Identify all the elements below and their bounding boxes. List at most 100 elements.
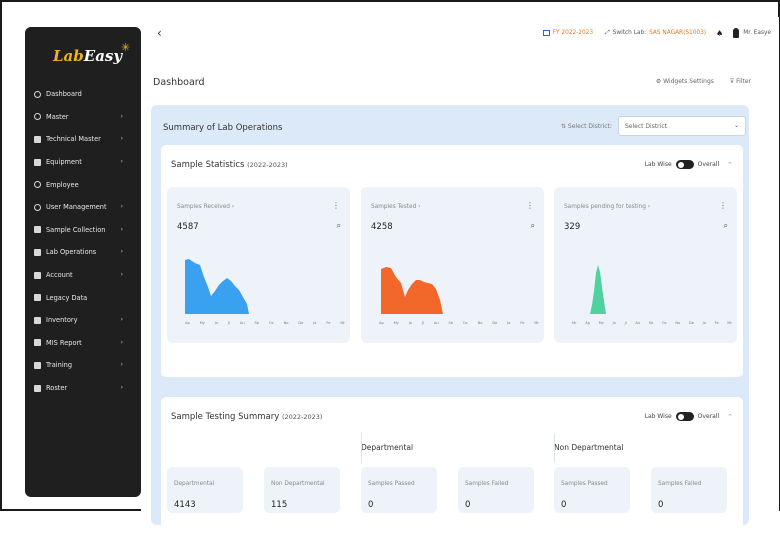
sidebar-item-sample-collection[interactable]: Sample Collection › bbox=[25, 219, 141, 242]
month-tick-label: Fe bbox=[520, 321, 525, 325]
sample-testing-title-text: Sample Testing Summary bbox=[171, 412, 280, 422]
page-actions: ⚙ Widgets Settings ⊽ Filter bbox=[642, 78, 751, 85]
widgets-settings-button[interactable]: ⚙ Widgets Settings bbox=[656, 78, 714, 85]
chevron-right-icon: › bbox=[120, 112, 123, 120]
samples-tested-title[interactable]: Samples Tested › bbox=[371, 204, 420, 210]
sidebar-item-training[interactable]: Training › bbox=[25, 354, 141, 377]
month-tick-label: Fe bbox=[326, 321, 331, 325]
toggle-label-lab-wise: Lab Wise bbox=[644, 413, 672, 420]
app-logo[interactable]: LabEasy bbox=[53, 47, 122, 65]
month-tick-label: Ja bbox=[507, 321, 511, 325]
samples-received-area bbox=[185, 259, 249, 314]
sidebar-item-master[interactable]: Master › bbox=[25, 106, 141, 129]
sidebar-item-label: Master bbox=[46, 112, 69, 121]
month-tick-label: Au bbox=[635, 321, 641, 325]
home-icon bbox=[34, 90, 41, 98]
departmental-passed-stat[interactable]: Samples Passed 0 bbox=[361, 467, 437, 513]
lab-wise-overall-switch[interactable] bbox=[675, 412, 694, 421]
notification-icon[interactable]: ♠ bbox=[716, 29, 723, 38]
sidebar-item-roster[interactable]: Roster › bbox=[25, 377, 141, 400]
chart-month-axis: Mr Ap My Jn Jl Au Se Oc No De Ja Fe Mr bbox=[572, 321, 732, 325]
search-icon[interactable]: ⌕ bbox=[337, 221, 341, 231]
back-chevron-icon[interactable]: ‹ bbox=[157, 26, 162, 40]
topbar-right: FY 2022-2023 ⤢ Switch Lab: SAS NAGAR(S10… bbox=[542, 28, 771, 38]
doc-icon bbox=[34, 339, 41, 347]
divider bbox=[554, 433, 555, 463]
stat-value: 0 bbox=[368, 500, 374, 510]
samples-received-title[interactable]: Samples Received › bbox=[177, 204, 234, 210]
stat-label: Departmental bbox=[174, 481, 215, 487]
stat-label: Samples Failed bbox=[465, 481, 509, 487]
main-content: ‹ FY 2022-2023 ⤢ Switch Lab: SAS NAGAR(S… bbox=[141, 17, 779, 537]
sidebar-item-employee[interactable]: Employee bbox=[25, 173, 141, 196]
doc-icon bbox=[34, 294, 41, 302]
month-tick-label: Ap bbox=[379, 321, 384, 325]
samples-tested-area-chart bbox=[381, 267, 443, 314]
stat-label: Non Departmental bbox=[271, 481, 325, 487]
more-options-icon[interactable]: ⋮ bbox=[332, 201, 340, 210]
lab-wise-overall-switch[interactable] bbox=[675, 160, 694, 169]
month-tick-label: Jl bbox=[421, 321, 425, 325]
user-name[interactable]: Mr. Easye bbox=[743, 30, 771, 36]
toggle-label-overall: Overall bbox=[697, 413, 720, 420]
non-departmental-failed-stat[interactable]: Samples Failed 0 bbox=[651, 467, 727, 513]
month-tick-label: Au bbox=[239, 321, 245, 325]
non-departmental-passed-stat[interactable]: Samples Passed 0 bbox=[554, 467, 630, 513]
chevron-right-icon: › bbox=[120, 383, 123, 391]
testing-scope-toggle: Lab Wise Overall ⌃ bbox=[645, 412, 733, 421]
month-tick-label: Ja bbox=[313, 321, 317, 325]
chevron-right-icon: › bbox=[120, 225, 123, 233]
chevron-right-icon: › bbox=[120, 270, 123, 278]
current-lab[interactable]: SAS NAGAR(S1003) bbox=[649, 30, 706, 36]
month-tick-label: No bbox=[283, 321, 289, 325]
chevron-right-icon: › bbox=[120, 315, 123, 323]
sidebar-item-technical-master[interactable]: Technical Master › bbox=[25, 128, 141, 151]
month-tick-label: Oc bbox=[661, 321, 667, 325]
month-tick-label: Au bbox=[433, 321, 439, 325]
summary-title: Summary of Lab Operations bbox=[163, 123, 283, 133]
departmental-stat[interactable]: Departmental 4143 bbox=[167, 467, 243, 513]
collapse-chevron-icon[interactable]: ⌃ bbox=[727, 161, 733, 169]
sidebar-item-label: Legacy Data bbox=[46, 293, 88, 302]
search-icon[interactable]: ⌕ bbox=[531, 221, 535, 231]
samples-received-area-chart bbox=[185, 259, 249, 314]
more-options-icon[interactable]: ⋮ bbox=[526, 201, 534, 210]
sidebar-item-account[interactable]: Account › bbox=[25, 264, 141, 287]
sidebar-item-label: MIS Report bbox=[46, 338, 82, 347]
more-options-icon[interactable]: ⋮ bbox=[719, 201, 727, 210]
doc-icon bbox=[34, 271, 41, 279]
sidebar-item-mis-report[interactable]: MIS Report › bbox=[25, 332, 141, 355]
sidebar-item-dashboard[interactable]: Dashboard bbox=[25, 83, 141, 106]
month-tick-label: Se bbox=[448, 321, 454, 325]
sidebar-item-inventory[interactable]: Inventory › bbox=[25, 309, 141, 332]
sidebar-item-label: Sample Collection bbox=[46, 225, 106, 234]
sidebar-item-equipment[interactable]: Equipment › bbox=[25, 151, 141, 174]
doc-icon bbox=[34, 248, 41, 256]
page-title: Dashboard bbox=[153, 77, 205, 88]
user-avatar-icon[interactable] bbox=[733, 28, 740, 38]
samples-tested-area bbox=[381, 267, 443, 314]
search-icon[interactable]: ⌕ bbox=[724, 221, 728, 231]
sidebar-item-label: Training bbox=[46, 361, 73, 370]
month-tick-label: Mr bbox=[534, 321, 539, 325]
month-tick-label: Ap bbox=[585, 321, 591, 325]
district-select[interactable]: Select District ⌄ bbox=[618, 116, 746, 136]
samples-pending-title[interactable]: Samples pending for testing › bbox=[564, 204, 650, 210]
chevron-right-icon: › bbox=[120, 135, 123, 143]
chart-month-axis: Ap My Jn Jl Au Se Oc No De Ja Fe Mr bbox=[379, 321, 539, 325]
samples-pending-area bbox=[590, 265, 606, 314]
toggle-label-lab-wise: Lab Wise bbox=[644, 161, 672, 168]
non-departmental-stat[interactable]: Non Departmental 115 bbox=[264, 467, 340, 513]
collapse-chevron-icon[interactable]: ⌃ bbox=[727, 413, 733, 421]
month-tick-label: Fe bbox=[714, 321, 719, 325]
fiscal-year[interactable]: FY 2022-2023 bbox=[553, 30, 593, 36]
logo-text-lab: Lab bbox=[53, 47, 84, 65]
departmental-failed-stat[interactable]: Samples Failed 0 bbox=[458, 467, 534, 513]
sidebar-item-user-management[interactable]: User Management › bbox=[25, 196, 141, 219]
doc-icon bbox=[34, 361, 41, 369]
sidebar-item-lab-operations[interactable]: Lab Operations › bbox=[25, 241, 141, 264]
calendar-icon bbox=[542, 30, 550, 36]
sidebar-item-legacy-data[interactable]: Legacy Data bbox=[25, 286, 141, 309]
sample-testing-summary-card: Sample Testing Summary (2022-2023) Lab W… bbox=[161, 397, 743, 537]
filter-button[interactable]: ⊽ Filter bbox=[730, 78, 751, 85]
